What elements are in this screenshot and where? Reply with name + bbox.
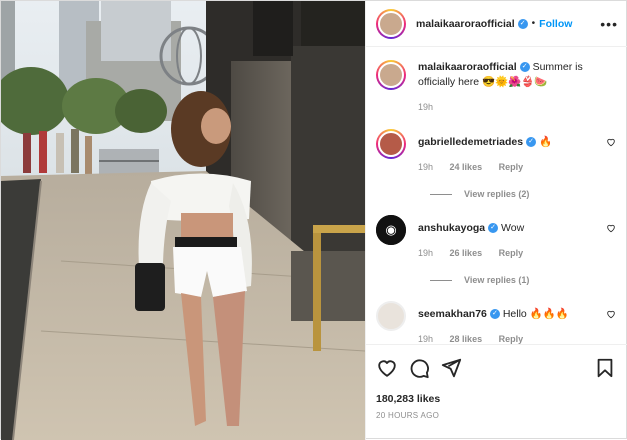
comment-time[interactable]: 19h [418, 162, 433, 172]
post-details-panel: malaikaaroraofficial ✓ • Follow ••• mala… [365, 1, 627, 440]
comment-item: gabrielledemetriades ✓ 🔥 19h 24 likes Rep… [376, 129, 618, 175]
avatar-image [376, 301, 406, 331]
comment-text: Hello 🔥🔥🔥 [502, 308, 569, 320]
commenter-username[interactable]: gabrielledemetriades [418, 136, 523, 148]
caption-text-line: malaikaaroraofficial ✓ Summer is official… [418, 60, 618, 90]
comment-item: ◉ anshukayoga ✓ Wow 19h 26 likes Reply [376, 215, 618, 261]
comment-likes[interactable]: 28 likes [450, 334, 483, 344]
caption: malaikaaroraofficial ✓ Summer is official… [376, 60, 618, 115]
view-replies-label: View replies (1) [464, 275, 530, 285]
comment-like-heart-icon[interactable] [606, 309, 616, 319]
bookmark-icon[interactable] [594, 357, 616, 379]
verified-badge-icon: ✓ [489, 309, 500, 320]
commenter-username[interactable]: seemakhan76 [418, 308, 487, 320]
comment-time[interactable]: 19h [418, 248, 433, 258]
comment-meta: 19h 24 likes Reply [418, 160, 618, 175]
comment-text: Wow [501, 222, 525, 234]
comment-body: anshukayoga ✓ Wow 19h 26 likes Reply [418, 215, 618, 261]
commenter-avatar[interactable] [376, 129, 406, 159]
commenter-avatar[interactable]: ◉ [376, 215, 406, 245]
view-replies-button[interactable]: View replies (1) [430, 275, 618, 285]
verified-badge-icon: ✓ [526, 137, 537, 148]
post-actions: 180,283 likes 20 HOURS AGO [366, 344, 627, 420]
view-replies-button[interactable]: View replies (2) [430, 189, 618, 199]
commenter-avatar[interactable] [376, 301, 406, 331]
caption-time[interactable]: 19h [418, 102, 433, 112]
post-timestamp[interactable]: 20 HOURS AGO [376, 411, 618, 420]
view-replies-label: View replies (2) [464, 189, 530, 199]
caption-avatar[interactable] [376, 60, 406, 90]
instagram-post: malaikaaroraofficial ✓ • Follow ••• mala… [0, 0, 627, 440]
caption-meta: 19h [418, 100, 618, 115]
more-horizontal-icon[interactable]: ••• [600, 16, 618, 32]
comment-text-line: seemakhan76 ✓ Hello 🔥🔥🔥 [418, 307, 618, 322]
author-username[interactable]: malaikaaroraofficial [416, 18, 515, 30]
comment-item: seemakhan76 ✓ Hello 🔥🔥🔥 19h 28 likes Repl… [376, 301, 618, 344]
avatar-image [378, 10, 404, 37]
comment-body: seemakhan76 ✓ Hello 🔥🔥🔥 19h 28 likes Repl… [418, 301, 618, 344]
comment-icon[interactable] [408, 357, 430, 379]
street-scene-image [1, 1, 365, 440]
comments-list[interactable]: malaikaaroraofficial ✓ Summer is official… [366, 48, 627, 344]
avatar-image [378, 131, 404, 157]
reply-button[interactable]: Reply [499, 162, 524, 172]
post-header: malaikaaroraofficial ✓ • Follow ••• [366, 1, 627, 47]
verified-badge-icon: ✓ [519, 62, 530, 73]
caption-username[interactable]: malaikaaroraofficial [418, 61, 517, 73]
author-avatar[interactable] [376, 8, 406, 39]
paper-plane-icon[interactable] [440, 357, 462, 379]
comment-like-heart-icon[interactable] [606, 223, 616, 233]
likes-count[interactable]: 180,283 likes [376, 393, 618, 405]
view-replies-line [430, 279, 452, 281]
verified-badge-icon: ✓ [488, 223, 499, 234]
follow-button[interactable]: Follow [539, 18, 572, 30]
reply-button[interactable]: Reply [499, 248, 524, 258]
avatar-image [378, 62, 404, 88]
comment-text-line: anshukayoga ✓ Wow [418, 221, 618, 236]
comment-time[interactable]: 19h [418, 334, 433, 344]
verified-badge-icon: ✓ [517, 18, 528, 29]
comment-text: 🔥 [538, 136, 553, 148]
yoga-logo-icon: ◉ [376, 215, 406, 245]
comment-likes[interactable]: 26 likes [450, 248, 483, 258]
comment-like-heart-icon[interactable] [606, 137, 616, 147]
reply-button[interactable]: Reply [499, 334, 524, 344]
heart-icon[interactable] [376, 357, 398, 379]
view-replies-line [430, 193, 452, 195]
caption-body: malaikaaroraofficial ✓ Summer is official… [418, 60, 618, 115]
separator-dot: • [531, 18, 536, 29]
comment-meta: 19h 26 likes Reply [418, 246, 618, 261]
comment-likes[interactable]: 24 likes [450, 162, 483, 172]
action-icons [376, 355, 618, 381]
post-photo[interactable] [1, 1, 365, 440]
comment-text-line: gabrielledemetriades ✓ 🔥 [418, 135, 618, 150]
comment-body: gabrielledemetriades ✓ 🔥 19h 24 likes Rep… [418, 129, 618, 175]
commenter-username[interactable]: anshukayoga [418, 222, 485, 234]
comment-meta: 19h 28 likes Reply [418, 332, 618, 344]
